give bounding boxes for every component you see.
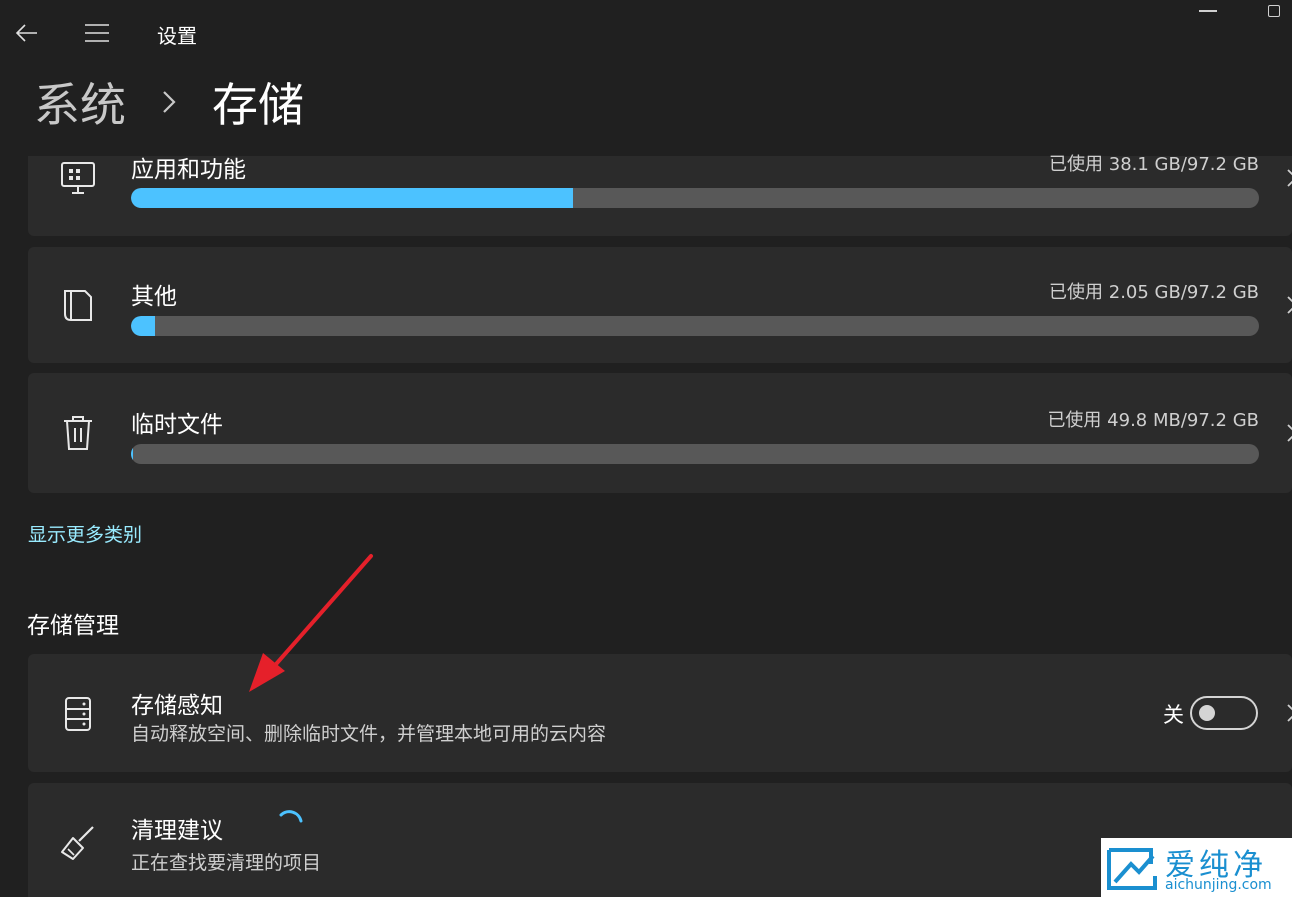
hamburger-menu-icon (85, 24, 109, 42)
storage-sense-title: 存储感知 (131, 693, 223, 719)
usage-progress-fill (131, 444, 134, 464)
usage-progress-fill (131, 316, 155, 336)
usage-progress-bar (131, 188, 1259, 208)
navigation-menu-button[interactable] (80, 18, 114, 48)
watermark-logo-icon (1107, 848, 1157, 890)
back-arrow-icon (15, 24, 37, 42)
usage-progress-bar (131, 316, 1259, 336)
show-more-categories-link[interactable]: 显示更多类别 (28, 520, 142, 547)
category-usage: 已使用 38.1 GB/97.2 GB (1049, 154, 1259, 175)
chevron-right-icon (154, 87, 184, 117)
page-title: 存储 (212, 78, 304, 132)
cleanup-description: 正在查找要清理的项目 (131, 852, 322, 874)
app-title: 设置 (157, 24, 197, 48)
chevron-right-icon (1286, 166, 1292, 190)
maximize-button[interactable] (1268, 5, 1280, 17)
storage-sense-description: 自动释放空间、删除临时文件，并管理本地可用的云内容 (131, 723, 607, 745)
chevron-right-icon (1286, 421, 1292, 445)
category-label: 临时文件 (131, 412, 223, 438)
category-label: 其他 (131, 284, 177, 310)
category-card-apps[interactable]: 应用和功能 已使用 38.1 GB/97.2 GB (28, 154, 1292, 236)
minimize-button[interactable] (1199, 10, 1217, 12)
chevron-right-icon (1286, 701, 1292, 725)
category-usage: 已使用 2.05 GB/97.2 GB (1049, 282, 1259, 303)
document-icon (58, 285, 98, 325)
storage-sense-toggle[interactable] (1190, 696, 1258, 730)
loading-spinner-icon (279, 810, 303, 823)
cleanup-title: 清理建议 (131, 818, 223, 844)
apps-icon (58, 158, 98, 198)
breadcrumb-parent[interactable]: 系统 (34, 69, 126, 135)
toggle-knob (1199, 705, 1215, 721)
toggle-state-label: 关 (1163, 703, 1184, 727)
chevron-right-icon (1286, 293, 1292, 317)
category-label: 应用和功能 (131, 157, 246, 183)
watermark: 爱纯净 aichunjing.com (1101, 838, 1292, 897)
storage-management-heading: 存储管理 (27, 613, 119, 639)
usage-progress-fill (131, 188, 574, 208)
watermark-url: aichunjing.com (1165, 877, 1272, 893)
category-usage: 已使用 49.8 MB/97.2 GB (1047, 410, 1259, 431)
category-card-temp-files[interactable]: 临时文件 已使用 49.8 MB/97.2 GB (28, 373, 1292, 493)
server-icon (58, 694, 98, 734)
trash-icon (58, 413, 98, 453)
usage-progress-bar (131, 444, 1259, 464)
title-bar: 设置 (0, 0, 1292, 64)
breadcrumb: 系统 存储 (34, 70, 304, 134)
back-button[interactable] (12, 18, 42, 48)
category-card-other[interactable]: 其他 已使用 2.05 GB/97.2 GB (28, 247, 1292, 363)
storage-sense-card[interactable]: 存储感知 自动释放空间、删除临时文件，并管理本地可用的云内容 关 (28, 654, 1292, 772)
broom-icon (58, 823, 98, 863)
